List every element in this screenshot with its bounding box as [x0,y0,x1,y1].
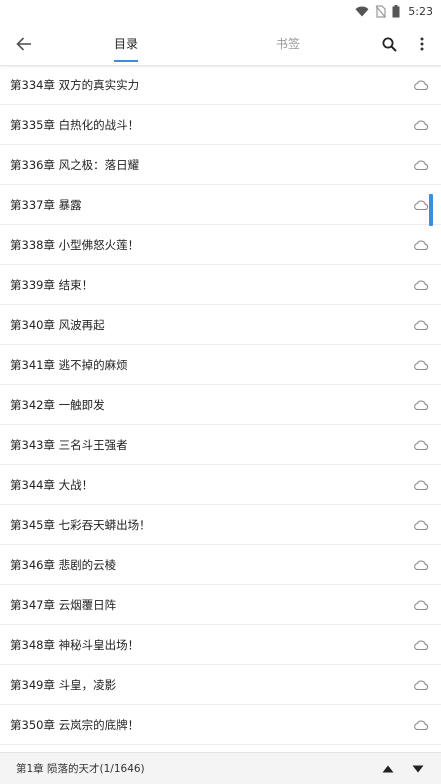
cloud-icon [414,720,429,730]
cloud-icon [414,200,429,210]
chapter-row[interactable]: 第346章 悲剧的云棱 [0,545,441,585]
chapter-title: 第341章 逃不掉的麻烦 [10,357,128,372]
cloud-icon [414,240,429,250]
cloud-icon [414,280,429,290]
current-chapter: 第1章 陨落的天才(1/1646) [16,763,145,775]
chapter-row[interactable]: 第343章 三名斗王强者 [0,425,441,465]
chapter-row[interactable]: 第340章 风波再起 [0,305,441,345]
cloud-icon [414,80,429,90]
chapter-row[interactable]: 第338章 小型佛怒火莲！ [0,225,441,265]
chapter-title: 第348章 神秘斗皇出场！ [10,637,140,652]
search-button[interactable] [376,30,402,58]
more-vertical-icon [420,37,424,51]
chapter-title: 第346章 悲剧的云棱 [10,557,117,572]
chapter-title: 第336章 风之极：落日耀 [10,157,140,172]
cloud-icon [414,320,429,330]
status-bar: 5:23 [0,0,441,22]
chapter-row[interactable]: 第334章 双方的真实实力 [0,65,441,105]
cloud-icon [414,440,429,450]
cloud-icon [414,640,429,650]
chapter-row[interactable]: 第350章 云岚宗的底牌！ [0,705,441,745]
chapter-title: 第347章 云烟覆日阵 [10,597,117,612]
scrollbar-thumb[interactable] [429,194,433,226]
back-arrow-icon [16,37,31,51]
search-icon [382,37,397,52]
chapter-row[interactable]: 第336章 风之极：落日耀 [0,145,441,185]
chapter-row[interactable]: 第345章 七彩吞天蟒出场！ [0,505,441,545]
chapter-title: 第338章 小型佛怒火莲！ [10,237,140,252]
chapter-row[interactable]: 第349章 斗皇，凌影 [0,665,441,705]
cloud-icon [414,560,429,570]
back-button[interactable] [10,30,38,58]
scroll-up-button[interactable] [378,760,398,778]
status-time: 5:23 [408,4,433,18]
cloud-icon [414,120,429,130]
chapter-title: 第344章 大战！ [10,477,94,492]
tab-catalog[interactable]: 目录 [96,22,156,65]
more-button[interactable] [412,30,432,58]
tab-bookmark[interactable]: 书签 [258,22,318,65]
arrow-up-icon [382,765,394,773]
chapter-title: 第340章 风波再起 [10,317,105,332]
chapter-row[interactable]: 第341章 逃不掉的麻烦 [0,345,441,385]
chapter-title: 第334章 双方的真实实力 [10,77,140,92]
chapter-title: 第350章 云岚宗的底牌！ [10,717,140,732]
cloud-icon [414,480,429,490]
battery-icon [392,4,400,17]
cloud-icon [414,520,429,530]
chapter-row[interactable]: 第339章 结束！ [0,265,441,305]
chapter-title: 第343章 三名斗王强者 [10,437,128,452]
chapter-row[interactable]: 第335章 白热化的战斗！ [0,105,441,145]
arrow-down-icon [412,765,424,773]
cloud-icon [414,600,429,610]
chapter-title: 第345章 七彩吞天蟒出场！ [10,517,151,532]
chapter-title: 第335章 白热化的战斗！ [10,117,140,132]
scroll-down-button[interactable] [408,760,428,778]
chapter-row[interactable]: 第347章 云烟覆日阵 [0,585,441,625]
chapter-title: 第337章 暴露 [10,197,82,212]
wifi-icon [355,6,369,16]
chapter-row[interactable]: 第337章 暴露 [0,185,441,225]
cloud-icon [414,160,429,170]
chapter-title: 第342章 一触即发 [10,397,105,412]
no-sim-icon [375,4,387,18]
chapter-title: 第349章 斗皇，凌影 [10,677,117,692]
toolbar: 目录 书签 [0,22,441,66]
chapter-row[interactable]: 第344章 大战！ [0,465,441,505]
chapter-row[interactable]: 第342章 一触即发 [0,385,441,425]
chapter-title: 第339章 结束！ [10,277,94,292]
tab-indicator [114,60,138,62]
cloud-icon [414,360,429,370]
chapter-row[interactable]: 第348章 神秘斗皇出场！ [0,625,441,665]
cloud-icon [414,400,429,410]
bottom-bar: 第1章 陨落的天才(1/1646) [0,752,441,784]
chapter-list[interactable]: 第334章 双方的真实实力 第335章 白热化的战斗！ 第336章 风之极：落日耀第… [0,65,441,751]
cloud-icon [414,680,429,690]
